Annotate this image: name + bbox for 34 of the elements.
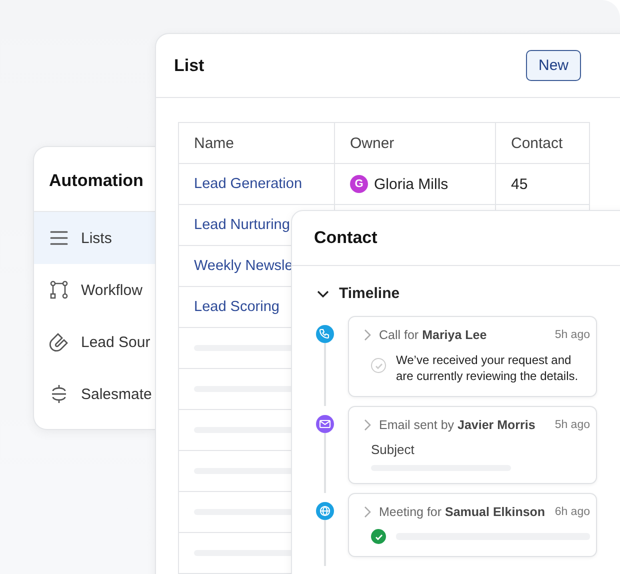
sidebar-item[interactable]: Lists	[34, 212, 155, 264]
column-header: Owner	[335, 123, 496, 163]
flow-icon	[49, 280, 69, 300]
event-title: Meeting for Samual Elkinson	[379, 505, 546, 519]
chevron-icon[interactable]	[363, 329, 371, 341]
owner-name: Gloria Mills	[374, 176, 448, 192]
list-name-link[interactable]: Weekly Newsle	[194, 258, 293, 274]
list-name-link[interactable]: Lead Generation	[194, 176, 302, 192]
event-title: Call for Mariya Lee	[379, 328, 487, 342]
chevron-icon[interactable]	[363, 506, 371, 518]
contact-count: 45	[511, 176, 528, 192]
tag-icon	[49, 384, 69, 404]
check-icon[interactable]	[371, 529, 386, 544]
event-time: 6h ago	[554, 506, 590, 518]
event-time: 5h ago	[554, 329, 590, 341]
event-title: Email sent by Javier Morris	[379, 418, 536, 432]
sidebar-item[interactable]: Salesmate	[34, 368, 155, 420]
section-toggle[interactable]: Timeline	[292, 266, 400, 316]
column-header: Name	[179, 123, 335, 163]
email-subject: Subject	[371, 442, 414, 457]
list-name-link[interactable]: Lead Nurturing	[194, 217, 290, 233]
panel-title: Contact	[314, 228, 378, 248]
sidebar-item[interactable]: Lead Sour	[34, 316, 155, 368]
magnet-icon	[49, 332, 69, 352]
new-button[interactable]: New	[526, 50, 581, 81]
column-header: Contact	[510, 134, 564, 154]
chevron-icon[interactable]	[363, 419, 371, 431]
panel-title: List	[174, 56, 204, 76]
sidebar-item[interactable]: Workflow	[34, 264, 155, 316]
list-name-link[interactable]: Lead Scoring	[194, 299, 280, 315]
event-time: 5h ago	[554, 419, 590, 431]
event-description: We’ve received your request and are currently reviewing the details.	[396, 352, 580, 384]
check-icon[interactable]	[371, 358, 386, 373]
avatar: G	[350, 175, 368, 193]
